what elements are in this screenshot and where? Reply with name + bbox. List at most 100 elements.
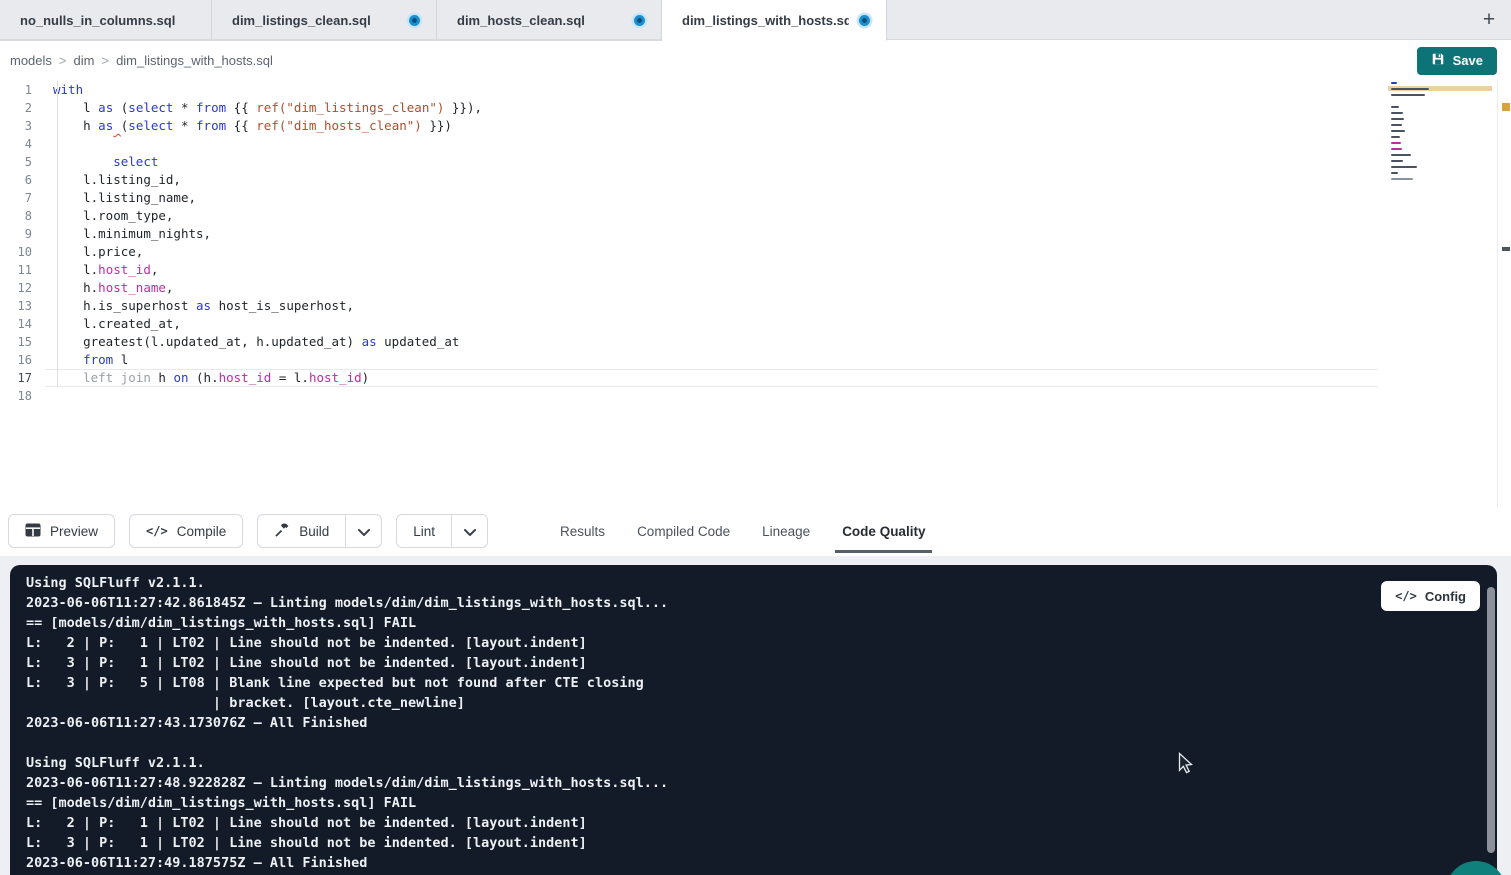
save-button[interactable]: Save bbox=[1417, 47, 1497, 75]
table-grid-icon bbox=[25, 523, 41, 540]
code-line[interactable]: 13 h.is_superhost as host_is_superhost, bbox=[0, 297, 1511, 315]
tab-label: Results bbox=[560, 524, 605, 539]
preview-label: Preview bbox=[50, 524, 98, 539]
editor-right-divider bbox=[1497, 81, 1498, 507]
code-brackets-icon: </> bbox=[1395, 589, 1417, 603]
tab-label: dim_hosts_clean.sql bbox=[457, 13, 624, 28]
line-number: 10 bbox=[0, 243, 45, 261]
build-button[interactable]: Build bbox=[257, 514, 346, 548]
code-text: from l bbox=[45, 351, 1378, 369]
line-number: 2 bbox=[0, 99, 45, 117]
bottom-panel: Using SQLFluff v2.1.1.2023-06-06T11:27:4… bbox=[0, 556, 1511, 875]
code-text bbox=[45, 387, 1378, 405]
breadcrumb-dim[interactable]: dim bbox=[74, 53, 95, 68]
line-number: 4 bbox=[0, 135, 45, 153]
line-number: 11 bbox=[0, 261, 45, 279]
code-line[interactable]: 17 left join h on (h.host_id = l.host_id… bbox=[0, 369, 1511, 387]
code-text: l.minimum_nights, bbox=[45, 225, 1378, 243]
line-number: 13 bbox=[0, 297, 45, 315]
code-line[interactable]: 15 greatest(l.updated_at, h.updated_at) … bbox=[0, 333, 1511, 351]
new-tab-button[interactable]: + bbox=[1467, 0, 1511, 40]
code-line[interactable]: 7 l.listing_name, bbox=[0, 189, 1511, 207]
line-number: 16 bbox=[0, 351, 45, 369]
code-line[interactable]: 11 l.host_id, bbox=[0, 261, 1511, 279]
minimap[interactable] bbox=[1388, 82, 1496, 272]
terminal-line: 2023-06-06T11:27:48.922828Z — Linting mo… bbox=[26, 773, 1497, 793]
compile-button[interactable]: </> Compile bbox=[129, 514, 243, 548]
hammer-icon bbox=[274, 522, 290, 541]
minimap-bars bbox=[1391, 82, 1429, 180]
chevron-right-icon: > bbox=[101, 53, 109, 68]
code-text: h.is_superhost as host_is_superhost, bbox=[45, 297, 1378, 315]
unsaved-changes-icon bbox=[409, 15, 420, 26]
code-line[interactable]: 3 h as (select * from {{ ref("dim_hosts_… bbox=[0, 117, 1511, 135]
line-number: 17 bbox=[0, 369, 45, 387]
code-line[interactable]: 12 h.host_name, bbox=[0, 279, 1511, 297]
tab-lineage[interactable]: Lineage bbox=[746, 507, 826, 555]
lint-label: Lint bbox=[413, 524, 435, 539]
code-line[interactable]: 16 from l bbox=[0, 351, 1511, 369]
indent-guide bbox=[57, 81, 58, 387]
tab-dim-hosts-clean[interactable]: dim_hosts_clean.sql bbox=[437, 0, 662, 41]
line-number: 12 bbox=[0, 279, 45, 297]
code-editor[interactable]: 1with2 l as (select * from {{ ref("dim_l… bbox=[0, 81, 1511, 507]
lint-button[interactable]: Lint bbox=[396, 514, 452, 548]
line-number: 18 bbox=[0, 387, 45, 405]
save-label: Save bbox=[1453, 53, 1483, 68]
lint-split-button: Lint bbox=[396, 514, 488, 548]
editor-toolbar: Preview </> Compile Build Lint bbox=[0, 507, 1511, 555]
breadcrumb: models > dim > dim_listings_with_hosts.s… bbox=[10, 53, 273, 68]
code-line[interactable]: 14 l.created_at, bbox=[0, 315, 1511, 333]
chevron-down-icon bbox=[464, 524, 476, 539]
preview-button[interactable]: Preview bbox=[8, 514, 115, 548]
code-line[interactable]: 6 l.listing_id, bbox=[0, 171, 1511, 189]
code-text: l.price, bbox=[45, 243, 1378, 261]
tab-label: no_nulls_in_columns.sql bbox=[20, 13, 195, 28]
tab-no-nulls-in-columns[interactable]: no_nulls_in_columns.sql bbox=[0, 0, 212, 41]
file-header: models > dim > dim_listings_with_hosts.s… bbox=[0, 40, 1511, 81]
lint-terminal: Using SQLFluff v2.1.1.2023-06-06T11:27:4… bbox=[10, 565, 1497, 875]
config-label: Config bbox=[1425, 589, 1466, 604]
plus-icon: + bbox=[1483, 8, 1495, 32]
code-line[interactable]: 2 l as (select * from {{ ref("dim_listin… bbox=[0, 99, 1511, 117]
terminal-line: L: 3 | P: 5 | LT08 | Blank line expected… bbox=[26, 673, 1497, 693]
tab-label: Lineage bbox=[762, 524, 810, 539]
tab-results[interactable]: Results bbox=[544, 507, 621, 555]
code-line[interactable]: 10 l.price, bbox=[0, 243, 1511, 261]
code-text: select bbox=[45, 153, 1378, 171]
terminal-scrollbar[interactable] bbox=[1487, 587, 1495, 853]
config-button[interactable]: </> Config bbox=[1381, 581, 1480, 611]
breadcrumb-models[interactable]: models bbox=[10, 53, 52, 68]
terminal-line: 2023-06-06T11:27:49.187575Z — All Finish… bbox=[26, 853, 1497, 873]
tab-dim-listings-with-hosts[interactable]: dim_listings_with_hosts.sql bbox=[662, 0, 887, 41]
code-text: l.room_type, bbox=[45, 207, 1378, 225]
code-text: h.host_name, bbox=[45, 279, 1378, 297]
code-text: greatest(l.updated_at, h.updated_at) as … bbox=[45, 333, 1378, 351]
tab-label: Compiled Code bbox=[637, 524, 730, 539]
tab-compiled-code[interactable]: Compiled Code bbox=[621, 507, 746, 555]
terminal-line: L: 3 | P: 1 | LT02 | Line should not be … bbox=[26, 833, 1497, 853]
lint-dropdown-button[interactable] bbox=[452, 514, 488, 548]
line-number: 6 bbox=[0, 171, 45, 189]
code-text bbox=[45, 135, 1378, 153]
tab-label: Code Quality bbox=[842, 524, 925, 539]
tab-dim-listings-clean[interactable]: dim_listings_clean.sql bbox=[212, 0, 437, 41]
line-number: 3 bbox=[0, 117, 45, 135]
unsaved-changes-icon bbox=[634, 15, 645, 26]
code-line[interactable]: 18 bbox=[0, 387, 1511, 405]
code-line[interactable]: 9 l.minimum_nights, bbox=[0, 225, 1511, 243]
chevron-down-icon bbox=[358, 524, 370, 539]
code-line[interactable]: 5 select bbox=[0, 153, 1511, 171]
build-dropdown-button[interactable] bbox=[346, 514, 382, 548]
code-line[interactable]: 8 l.room_type, bbox=[0, 207, 1511, 225]
code-line[interactable]: 1with bbox=[0, 81, 1511, 99]
tab-code-quality[interactable]: Code Quality bbox=[826, 507, 941, 555]
overview-ruler-cursor-marker bbox=[1502, 247, 1510, 251]
code-text: left join h on (h.host_id = l.host_id) bbox=[45, 369, 1378, 387]
terminal-line: | bracket. [layout.cte_newline] bbox=[26, 693, 1497, 713]
tab-bar: no_nulls_in_columns.sql dim_listings_cle… bbox=[0, 0, 1511, 40]
terminal-line: == [models/dim/dim_listings_with_hosts.s… bbox=[26, 793, 1497, 813]
breadcrumb-file[interactable]: dim_listings_with_hosts.sql bbox=[116, 53, 273, 68]
code-line[interactable]: 4 bbox=[0, 135, 1511, 153]
build-split-button: Build bbox=[257, 514, 382, 548]
